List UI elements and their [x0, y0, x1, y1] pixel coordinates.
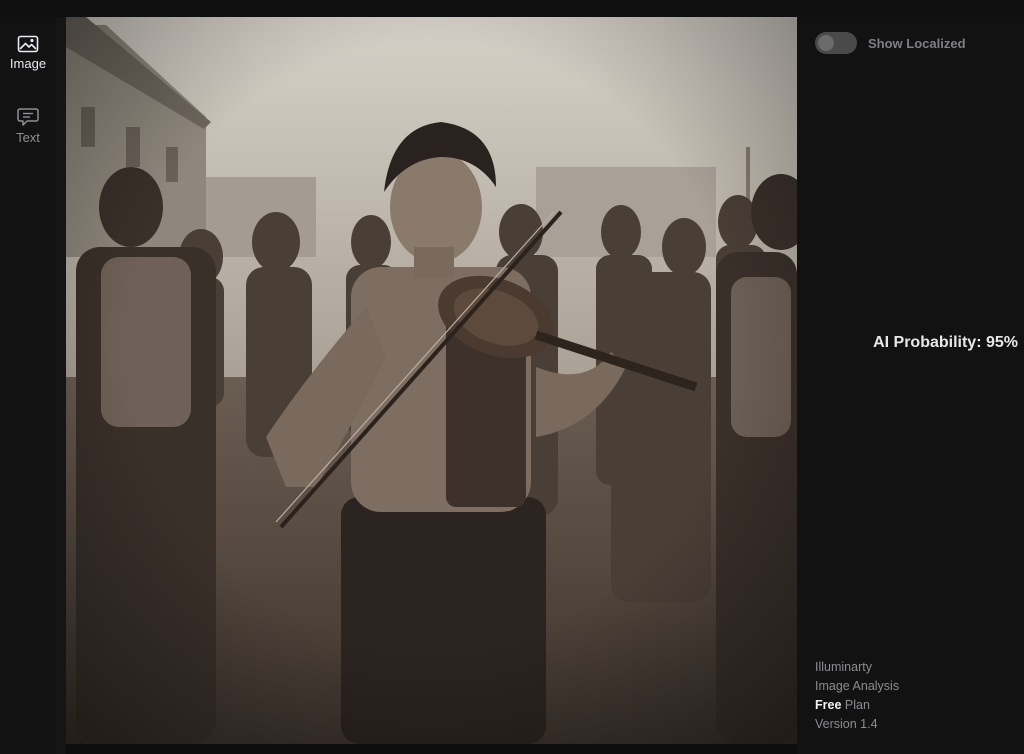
app-window: Image Text Show Localized AI Probability…	[0, 0, 1024, 754]
plan-suffix: Plan	[841, 698, 870, 712]
analyzed-image	[66, 17, 797, 744]
sidebar: Image Text	[0, 17, 56, 754]
image-icon	[17, 35, 39, 53]
sidebar-item-text[interactable]: Text	[0, 107, 56, 145]
image-bottom-edge	[66, 744, 797, 754]
app-footer: Illuminarty Image Analysis Free Plan Ver…	[815, 658, 899, 734]
show-localized-label: Show Localized	[868, 35, 966, 51]
app-name: Illuminarty	[815, 660, 872, 674]
sidebar-item-image[interactable]: Image	[0, 35, 56, 71]
show-localized-row: Show Localized	[815, 32, 966, 54]
sidebar-item-label: Text	[16, 130, 40, 145]
top-bar	[0, 0, 1024, 17]
message-icon	[17, 107, 39, 127]
ai-probability: AI Probability: 95%	[873, 334, 1018, 351]
analysis-mode: Image Analysis	[815, 679, 900, 693]
toggle-knob	[818, 35, 834, 51]
plan-tier: Free	[815, 698, 842, 712]
analysis-panel: Show Localized AI Probability: 95% Illum…	[797, 17, 1024, 754]
show-localized-toggle[interactable]	[815, 32, 857, 54]
plan-info: Free Plan	[815, 696, 899, 715]
sidebar-item-label: Image	[9, 56, 47, 71]
app-version: Version 1.4	[815, 717, 878, 731]
